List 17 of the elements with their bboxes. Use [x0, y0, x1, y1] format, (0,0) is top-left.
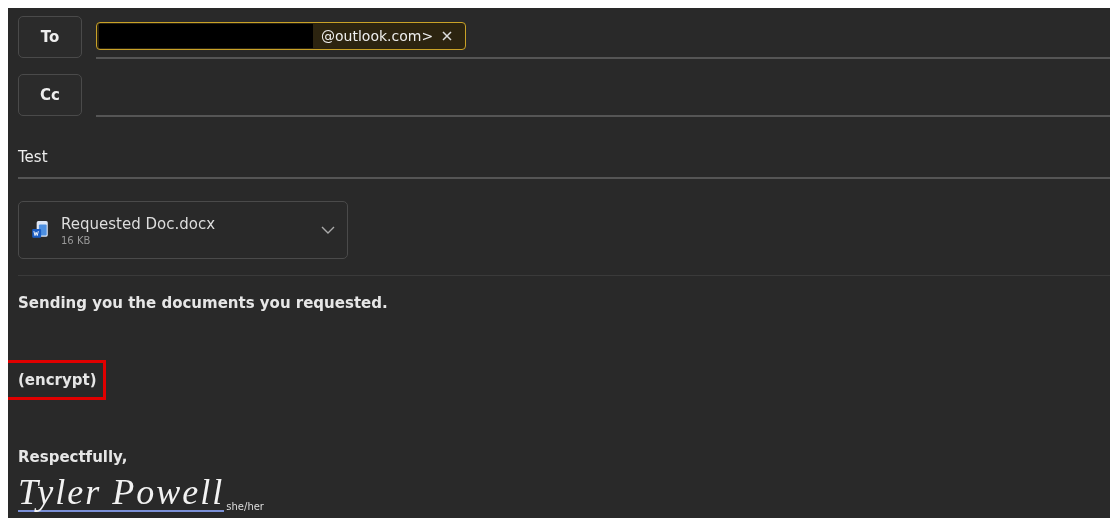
chevron-down-icon[interactable] — [321, 226, 335, 234]
signature-name: Tyler Powell — [18, 474, 225, 512]
attachment-size: 16 KB — [61, 234, 92, 246]
to-button[interactable]: To — [18, 16, 82, 58]
body-text: Sending you the documents you requested. — [18, 293, 389, 314]
attachment-name: Requested Doc.docx — [61, 214, 216, 233]
to-field[interactable]: @outlook.com> — [96, 15, 1110, 59]
pronouns-text: she/her — [226, 501, 264, 512]
body-text: Respectfully, — [18, 447, 129, 468]
word-document-icon — [31, 220, 49, 240]
attachment-card[interactable]: Requested Doc.docx 16 KB — [18, 201, 348, 259]
recipient-chip[interactable]: @outlook.com> — [96, 22, 467, 50]
body-text: (encrypt) — [8, 363, 103, 397]
close-icon[interactable] — [441, 30, 454, 42]
recipient-address: @outlook.com> — [321, 28, 434, 44]
cc-button[interactable]: Cc — [18, 74, 82, 116]
subject-field[interactable]: Test — [18, 137, 1110, 179]
